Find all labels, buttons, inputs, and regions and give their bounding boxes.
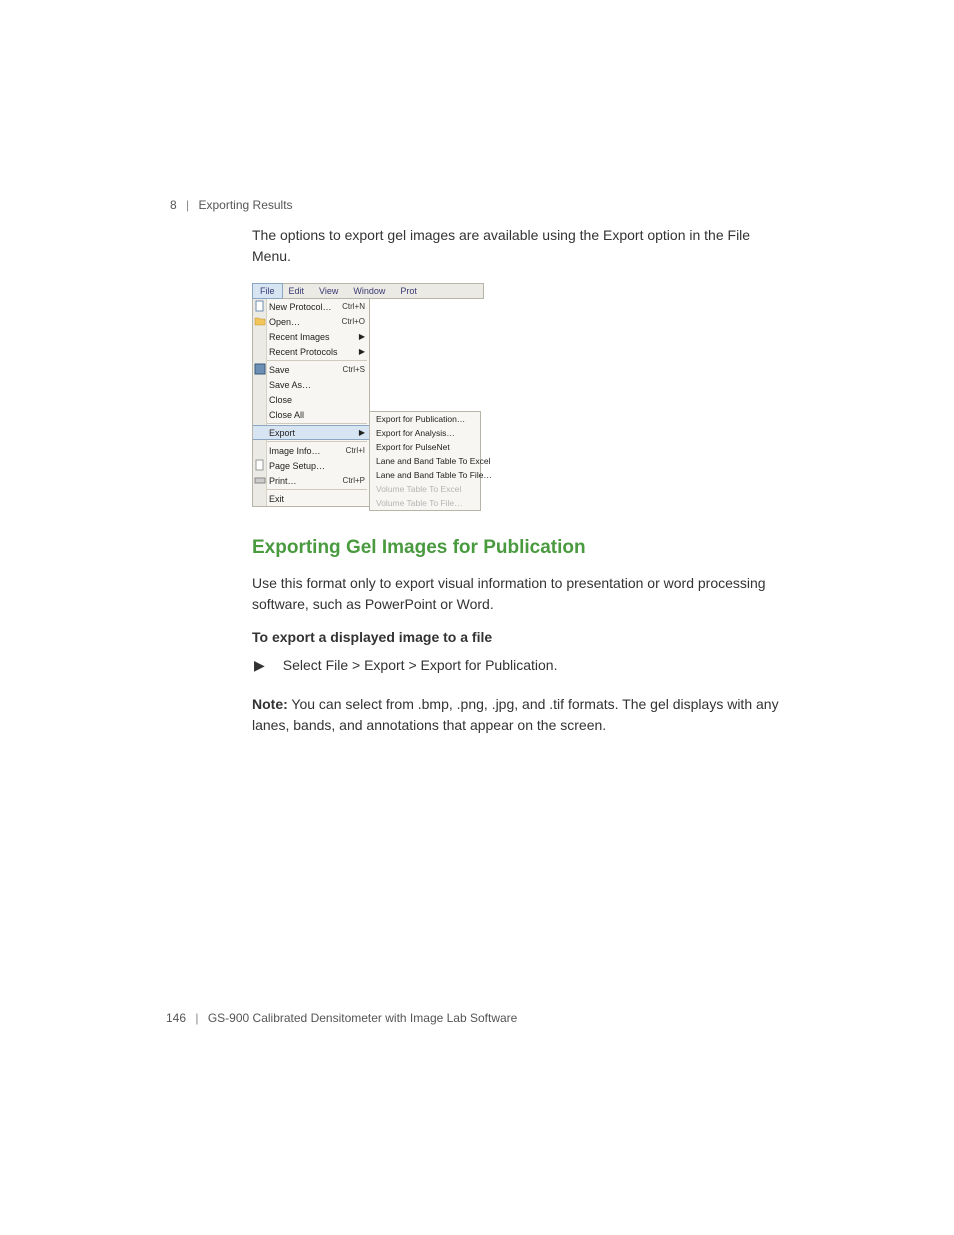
file-menu-screenshot: File Edit View Window Prot New Protocol…… — [252, 283, 484, 511]
procedure-heading: To export a displayed image to a file — [252, 629, 792, 645]
chevron-right-icon: ▶ — [359, 332, 365, 341]
printer-icon — [254, 474, 266, 486]
menu-page-setup[interactable]: Page Setup… — [253, 458, 369, 473]
export-submenu: Export for Publication… Export for Analy… — [369, 411, 481, 511]
intro-paragraph: The options to export gel images are ava… — [252, 225, 792, 267]
menu-prot[interactable]: Prot — [393, 284, 425, 298]
step-1: ▶ Select File > Export > Export for Publ… — [252, 655, 792, 676]
menu-image-info[interactable]: Image Info… Ctrl+I — [253, 443, 369, 458]
submenu-export-analysis[interactable]: Export for Analysis… — [370, 426, 480, 440]
submenu-vol-excel: Volume Table To Excel — [370, 482, 480, 496]
menu-close[interactable]: Close — [253, 392, 369, 407]
menu-close-all[interactable]: Close All — [253, 407, 369, 422]
submenu-vol-file: Volume Table To File… — [370, 496, 480, 510]
submenu-export-pulsenet[interactable]: Export for PulseNet — [370, 440, 480, 454]
section-title: Exporting Gel Images for Publication — [252, 537, 792, 559]
menu-file[interactable]: File — [252, 283, 283, 299]
document-icon — [254, 300, 266, 312]
page-footer: 146 | GS-900 Calibrated Densitometer wit… — [166, 1011, 517, 1025]
menu-window[interactable]: Window — [346, 284, 393, 298]
menu-save[interactable]: Save Ctrl+S — [253, 362, 369, 377]
menu-export[interactable]: Export ▶ — [253, 425, 369, 440]
menu-open[interactable]: Open… Ctrl+O — [253, 314, 369, 329]
note-paragraph: Note: You can select from .bmp, .png, .j… — [252, 694, 792, 736]
page-icon — [254, 459, 266, 471]
submenu-export-publication[interactable]: Export for Publication… — [370, 412, 480, 426]
menu-exit[interactable]: Exit — [253, 491, 369, 506]
file-dropdown: New Protocol… Ctrl+N Open… Ctrl+O Recent… — [252, 299, 370, 507]
menu-save-as[interactable]: Save As… — [253, 377, 369, 392]
menubar: File Edit View Window Prot — [252, 283, 484, 299]
chevron-right-icon: ▶ — [359, 428, 365, 437]
page-number: 146 — [166, 1011, 186, 1025]
product-name: GS-900 Calibrated Densitometer with Imag… — [208, 1011, 518, 1025]
note-body: You can select from .bmp, .png, .jpg, an… — [252, 696, 779, 733]
menu-recent-protocols[interactable]: Recent Protocols ▶ — [253, 344, 369, 359]
menu-recent-images[interactable]: Recent Images ▶ — [253, 329, 369, 344]
triangle-bullet-icon: ▶ — [254, 655, 265, 676]
folder-open-icon — [254, 315, 266, 327]
chevron-right-icon: ▶ — [359, 347, 365, 356]
section-body: Use this format only to export visual in… — [252, 573, 792, 615]
save-icon — [254, 363, 266, 375]
menu-view[interactable]: View — [312, 284, 346, 298]
menu-new-protocol[interactable]: New Protocol… Ctrl+N — [253, 299, 369, 314]
submenu-lane-file[interactable]: Lane and Band Table To File… — [370, 468, 480, 482]
submenu-lane-excel[interactable]: Lane and Band Table To Excel — [370, 454, 480, 468]
note-label: Note: — [252, 696, 288, 712]
menu-edit[interactable]: Edit — [282, 284, 313, 298]
menu-print[interactable]: Print… Ctrl+P — [253, 473, 369, 488]
